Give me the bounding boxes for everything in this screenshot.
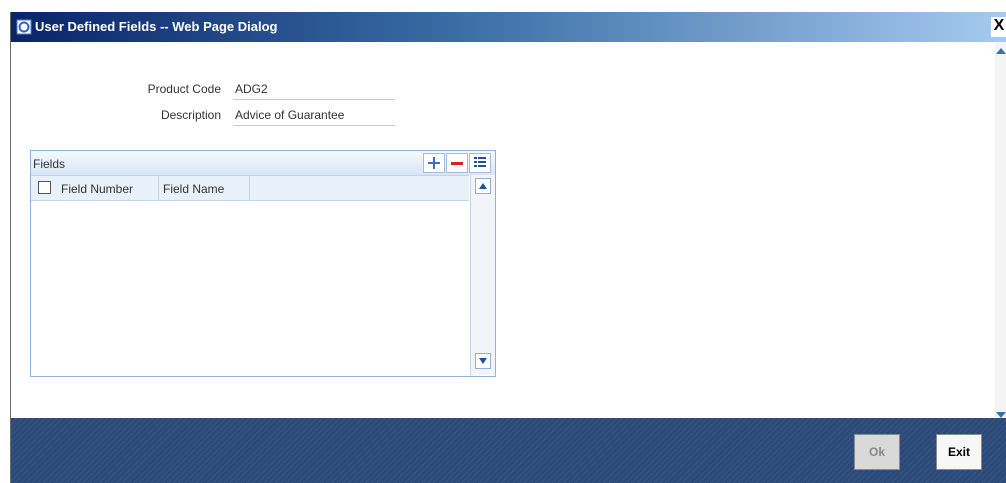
single-view-button[interactable]: [469, 153, 491, 173]
dialog-window: User Defined Fields -- Web Page Dialog X…: [10, 12, 1006, 483]
add-row-icon: [428, 157, 440, 169]
arrow-up-icon: [479, 183, 487, 189]
delete-row-button[interactable]: [446, 153, 468, 173]
grid-scroll-down-button[interactable]: [475, 353, 491, 369]
column-field-number: Field Number: [61, 182, 134, 196]
fields-title: Fields: [33, 157, 66, 171]
arrow-down-icon: [479, 358, 487, 364]
select-all-checkbox[interactable]: [38, 181, 51, 194]
title-bar: User Defined Fields -- Web Page Dialog X: [11, 12, 1006, 42]
fields-header: Fields: [31, 151, 495, 175]
product-code-label: Product Code: [147, 82, 221, 96]
dialog-footer: Ok Exit: [11, 418, 1006, 483]
grid-scroll-up-button[interactable]: [475, 178, 491, 194]
window-title: User Defined Fields -- Web Page Dialog: [35, 19, 278, 34]
fields-grid: Fields Field Number Field Name: [30, 150, 496, 377]
close-button[interactable]: X: [991, 17, 1006, 37]
column-field-name: Field Name: [163, 182, 225, 196]
delete-row-icon: [451, 162, 463, 165]
column-header-row: Field Number Field Name: [31, 175, 469, 201]
product-code-field[interactable]: ADG2: [233, 82, 395, 100]
column-divider: [249, 176, 250, 200]
column-divider: [158, 176, 159, 200]
scroll-up-icon[interactable]: [996, 48, 1006, 54]
description-label: Description: [160, 108, 221, 122]
exit-button[interactable]: Exit: [936, 434, 982, 470]
window-scrollbar[interactable]: [995, 42, 1006, 418]
ie-page-icon: [16, 19, 32, 35]
grid-scrollbar[interactable]: [470, 175, 495, 375]
ok-button[interactable]: Ok: [854, 434, 900, 470]
add-row-button[interactable]: [423, 153, 445, 173]
description-field[interactable]: Advice of Guarantee: [233, 108, 395, 126]
single-view-icon: [474, 157, 486, 167]
